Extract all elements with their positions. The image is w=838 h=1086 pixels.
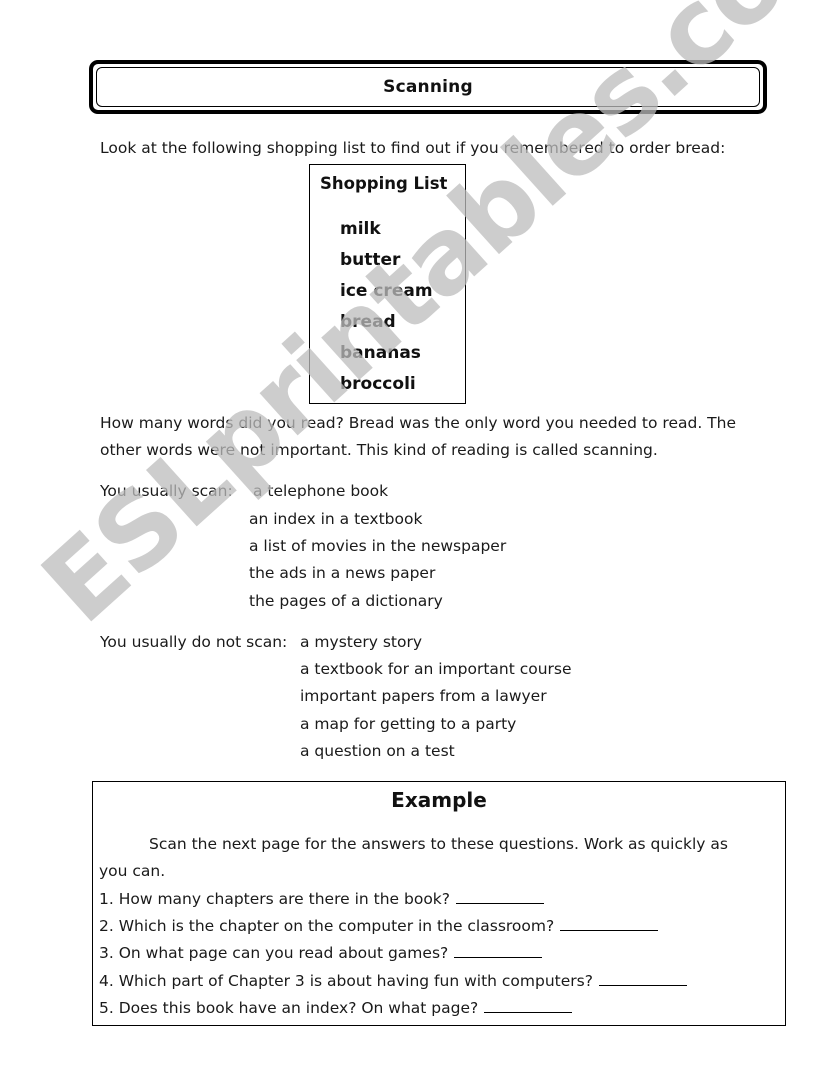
no-scan-label: You usually do not scan: <box>100 633 288 651</box>
shopping-list-box: Shopping List milk butter ice cream brea… <box>309 164 466 404</box>
question-text: 4. Which part of Chapter 3 is about havi… <box>99 972 593 990</box>
explanation-line-2: other words were not important. This kin… <box>100 441 658 459</box>
shopping-list-item: bread <box>340 312 396 332</box>
question-row: 5. Does this book have an index? On what… <box>99 999 573 1017</box>
no-scan-item: a textbook for an important course <box>300 660 572 678</box>
worksheet-page: Scanning Look at the following shopping … <box>0 0 838 1086</box>
answer-blank[interactable] <box>560 929 659 931</box>
question-row: 2. Which is the chapter on the computer … <box>99 917 659 935</box>
scan-item: an index in a textbook <box>249 510 423 528</box>
shopping-list-item: bananas <box>340 343 421 363</box>
page-title: Scanning <box>383 77 473 97</box>
explanation-line-1: How many words did you read? Bread was t… <box>100 414 737 432</box>
question-row: 3. On what page can you read about games… <box>99 944 543 962</box>
question-row: 4. Which part of Chapter 3 is about havi… <box>99 972 687 990</box>
question-text: 5. Does this book have an index? On what… <box>99 999 479 1017</box>
shopping-list-item: milk <box>340 219 381 239</box>
question-text: 3. On what page can you read about games… <box>99 944 449 962</box>
example-heading: Example <box>391 788 487 812</box>
title-banner: Scanning <box>89 60 767 114</box>
shopping-list-item: butter <box>340 250 401 270</box>
no-scan-item: a map for getting to a party <box>300 715 517 733</box>
example-instructions-line-2: you can. <box>99 862 166 880</box>
no-scan-item: a question on a test <box>300 742 455 760</box>
scan-item: a telephone book <box>253 482 389 500</box>
shopping-list-item: ice cream <box>340 281 433 301</box>
scan-item: the ads in a news paper <box>249 564 436 582</box>
scan-item: the pages of a dictionary <box>249 592 443 610</box>
question-text: 1. How many chapters are there in the bo… <box>99 890 451 908</box>
shopping-list-item: broccoli <box>340 374 416 394</box>
answer-blank[interactable] <box>454 956 543 958</box>
example-instructions-line-1: Scan the next page for the answers to th… <box>149 835 728 853</box>
answer-blank[interactable] <box>598 984 687 986</box>
intro-text: Look at the following shopping list to f… <box>100 139 726 157</box>
answer-blank[interactable] <box>456 902 545 904</box>
scan-label: You usually scan: <box>100 482 233 500</box>
answer-blank[interactable] <box>484 1011 573 1013</box>
no-scan-item: a mystery story <box>300 633 423 651</box>
title-banner-inner: Scanning <box>96 67 760 107</box>
scan-item: a list of movies in the newspaper <box>249 537 507 555</box>
no-scan-item: important papers from a lawyer <box>300 687 547 705</box>
question-text: 2. Which is the chapter on the computer … <box>99 917 555 935</box>
example-box: Example Scan the next page for the answe… <box>92 781 786 1026</box>
shopping-list-heading: Shopping List <box>320 174 448 193</box>
question-row: 1. How many chapters are there in the bo… <box>99 890 545 908</box>
